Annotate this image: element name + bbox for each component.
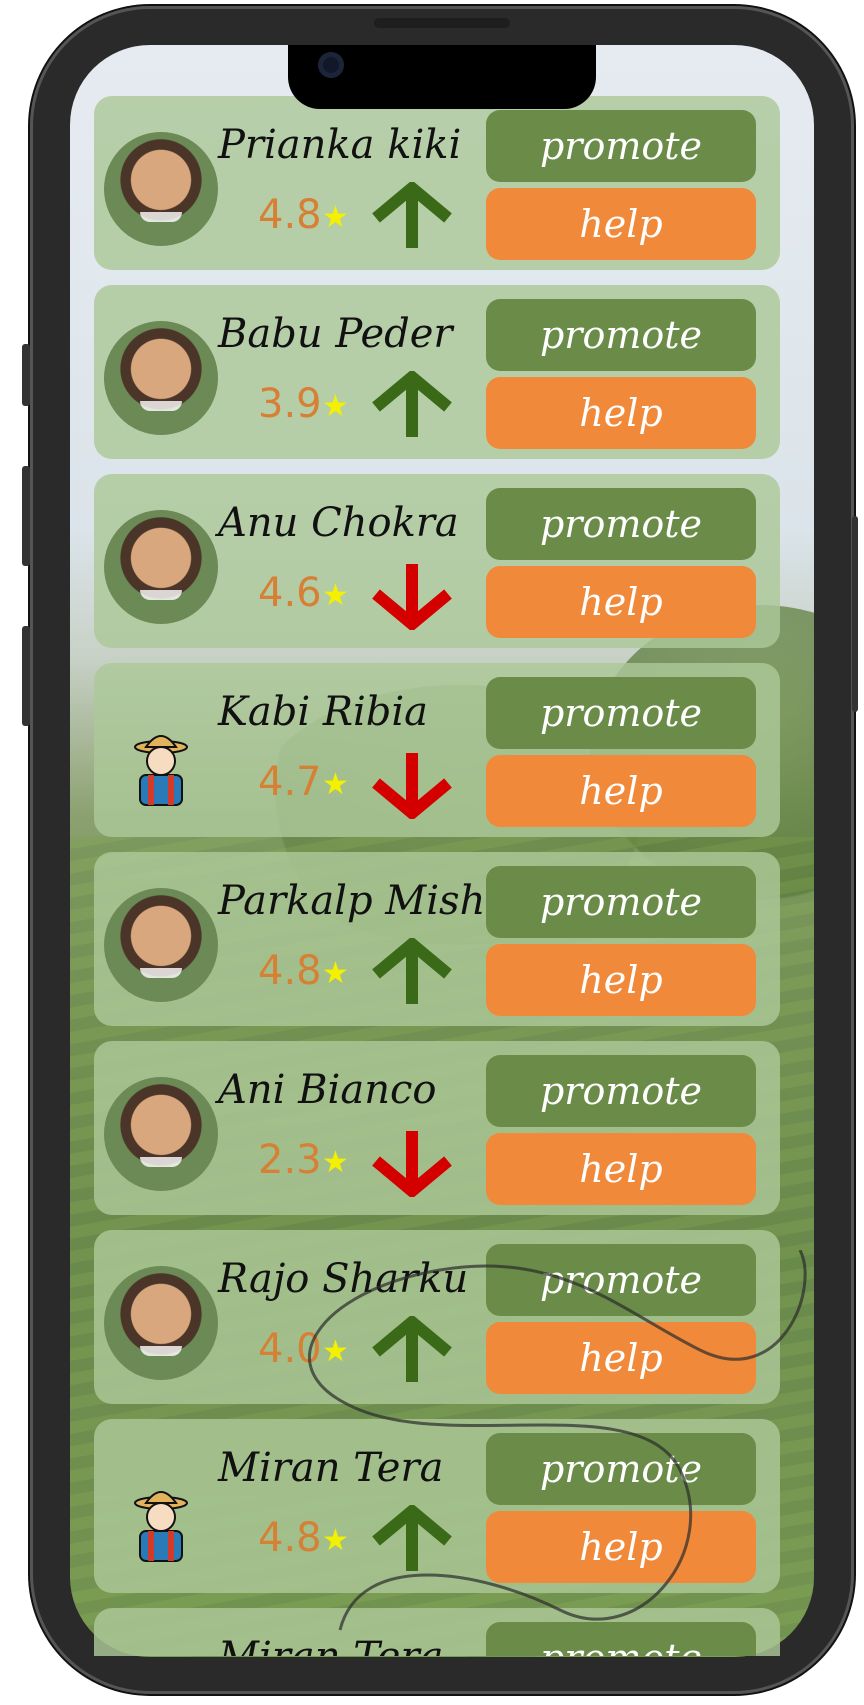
person-name: Miran Tera [218, 1634, 443, 1656]
avatar [104, 1077, 218, 1191]
promote-button[interactable]: promote [486, 110, 756, 182]
rating-value: 4.8 [258, 1515, 322, 1561]
person-card: Ani Bianco 2.3 ★ promote help [94, 1041, 780, 1215]
rating-value: 4.7 [258, 759, 322, 805]
rating-value: 2.3 [258, 1137, 322, 1183]
avatar [104, 132, 218, 246]
avatar [104, 1266, 218, 1380]
person-card: Kabi Ribia 4.7 ★ promote help [94, 663, 780, 837]
farmer-icon [104, 1455, 218, 1569]
front-camera [318, 52, 344, 78]
promote-button[interactable]: promote [486, 1055, 756, 1127]
rating-value: 3.9 [258, 381, 322, 427]
help-button[interactable]: help [486, 1133, 756, 1205]
person-name: Ani Bianco [218, 1067, 437, 1113]
help-button[interactable]: help [486, 1322, 756, 1394]
rating-value: 4.8 [258, 192, 322, 238]
trend-up-arrow-icon [372, 1316, 452, 1382]
promote-button[interactable]: promote [486, 1244, 756, 1316]
promote-button[interactable]: promote [486, 866, 756, 938]
person-name: Anu Chokra [218, 500, 459, 546]
people-list: Prianka kiki 4.8 ★ promote help Babu Peder 3.9… [94, 96, 780, 1656]
person-card: Parkalp Mishi 4.8 ★ promote help [94, 852, 780, 1026]
avatar [104, 888, 218, 1002]
person-card: Rajo Sharku 4.0 ★ promote help [94, 1230, 780, 1404]
mute-switch [22, 344, 30, 406]
person-card: Miran Tera 4.8 ★ promote help [94, 1419, 780, 1593]
help-button[interactable]: help [486, 755, 756, 827]
promote-button[interactable]: promote [486, 1622, 756, 1656]
avatar [104, 321, 218, 435]
trend-up-arrow-icon [372, 938, 452, 1004]
volume-down-button [22, 626, 30, 726]
promote-button[interactable]: promote [486, 488, 756, 560]
trend-up-arrow-icon [372, 371, 452, 437]
star-icon: ★ [322, 200, 349, 235]
star-icon: ★ [322, 767, 349, 802]
person-name: Kabi Ribia [218, 689, 428, 735]
power-button [852, 516, 858, 712]
star-icon: ★ [322, 389, 349, 424]
promote-button[interactable]: promote [486, 677, 756, 749]
trend-down-arrow-icon [372, 1131, 452, 1197]
help-button[interactable]: help [486, 566, 756, 638]
person-card: Babu Peder 3.9 ★ promote help [94, 285, 780, 459]
farmer-icon [104, 699, 218, 813]
person-name: Prianka kiki [218, 122, 462, 168]
star-icon: ★ [322, 1523, 349, 1558]
rating-value: 4.6 [258, 570, 322, 616]
star-icon: ★ [322, 1145, 349, 1180]
trend-up-arrow-icon [372, 182, 452, 248]
star-icon: ★ [322, 956, 349, 991]
help-button[interactable]: help [486, 188, 756, 260]
trend-up-arrow-icon [372, 1505, 452, 1571]
person-card: Anu Chokra 4.6 ★ promote help [94, 474, 780, 648]
rating-value: 4.8 [258, 948, 322, 994]
person-name: Parkalp Mishi [218, 878, 499, 924]
star-icon: ★ [322, 578, 349, 613]
speaker-grille [374, 18, 510, 28]
star-icon: ★ [322, 1334, 349, 1369]
trend-down-arrow-icon [372, 753, 452, 819]
promote-button[interactable]: promote [486, 1433, 756, 1505]
help-button[interactable]: help [486, 1511, 756, 1583]
rating-value: 4.0 [258, 1326, 322, 1372]
avatar [104, 510, 218, 624]
person-name: Miran Tera [218, 1445, 444, 1491]
promote-button[interactable]: promote [486, 299, 756, 371]
volume-up-button [22, 466, 30, 566]
help-button[interactable]: help [486, 944, 756, 1016]
person-name: Babu Peder [218, 311, 453, 357]
help-button[interactable]: help [486, 377, 756, 449]
person-name: Rajo Sharku [218, 1256, 469, 1302]
person-card: Prianka kiki 4.8 ★ promote help [94, 96, 780, 270]
person-card: Miran Terapromotehelp [94, 1608, 780, 1656]
trend-down-arrow-icon [372, 564, 452, 630]
